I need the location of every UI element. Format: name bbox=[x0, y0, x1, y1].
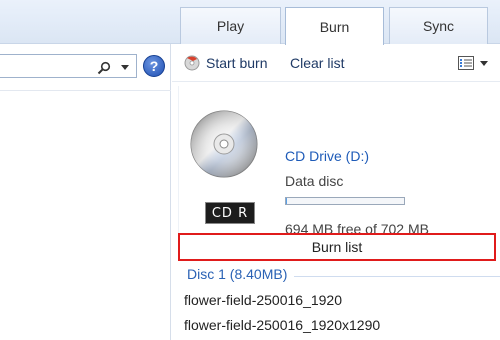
clear-list-label: Clear list bbox=[290, 55, 345, 71]
list-item[interactable]: flower-field-250016_1920 bbox=[184, 292, 342, 308]
tab-play[interactable]: Play bbox=[180, 7, 281, 44]
drive-panel: CD R CD Drive (D:) Data disc 694 MB free… bbox=[178, 86, 496, 246]
disc-label-badge: CD R bbox=[205, 202, 255, 224]
disc-label-text: CD R bbox=[211, 205, 249, 221]
drive-name-link[interactable]: CD Drive (D:) bbox=[285, 148, 369, 164]
disc-group-heading[interactable]: Disc 1 (8.40MB) bbox=[187, 266, 287, 282]
help-label: ? bbox=[149, 58, 159, 74]
tab-burn[interactable]: Burn bbox=[285, 7, 384, 45]
cd-disc-icon bbox=[190, 110, 258, 178]
burn-icon bbox=[184, 55, 200, 71]
list-item[interactable]: flower-field-250016_1920x1290 bbox=[184, 317, 380, 333]
clear-list-button[interactable]: Clear list bbox=[290, 53, 344, 73]
search-row: ? bbox=[0, 49, 171, 83]
chevron-down-icon bbox=[480, 60, 488, 66]
tab-play-label: Play bbox=[216, 18, 245, 34]
tab-sync[interactable]: Sync bbox=[389, 7, 488, 44]
top-strip: Play Burn Sync bbox=[0, 0, 500, 45]
library-pane: ? bbox=[0, 44, 171, 340]
divider bbox=[0, 90, 171, 91]
divider bbox=[294, 276, 500, 277]
tab-sync-label: Sync bbox=[422, 18, 455, 34]
start-burn-label: Start burn bbox=[206, 55, 268, 71]
capacity-fill bbox=[286, 198, 288, 204]
list-options-button[interactable] bbox=[458, 53, 494, 73]
burn-toolbar: Start burn Clear list bbox=[172, 44, 500, 82]
search-input[interactable] bbox=[0, 54, 137, 78]
burn-list-header: Burn list bbox=[178, 233, 496, 261]
start-burn-button[interactable]: Start burn bbox=[184, 53, 267, 73]
disc-type: Data disc bbox=[285, 173, 344, 189]
burn-list-title: Burn list bbox=[311, 239, 363, 255]
search-icon[interactable] bbox=[97, 61, 111, 75]
search-dropdown-icon[interactable] bbox=[121, 65, 129, 70]
burn-pane: Start burn Clear list CD R CD Drive (D:)… bbox=[172, 44, 500, 340]
list-options-icon bbox=[458, 56, 474, 70]
help-icon[interactable]: ? bbox=[143, 55, 165, 77]
tab-burn-label: Burn bbox=[319, 18, 350, 35]
capacity-bar bbox=[285, 197, 405, 205]
